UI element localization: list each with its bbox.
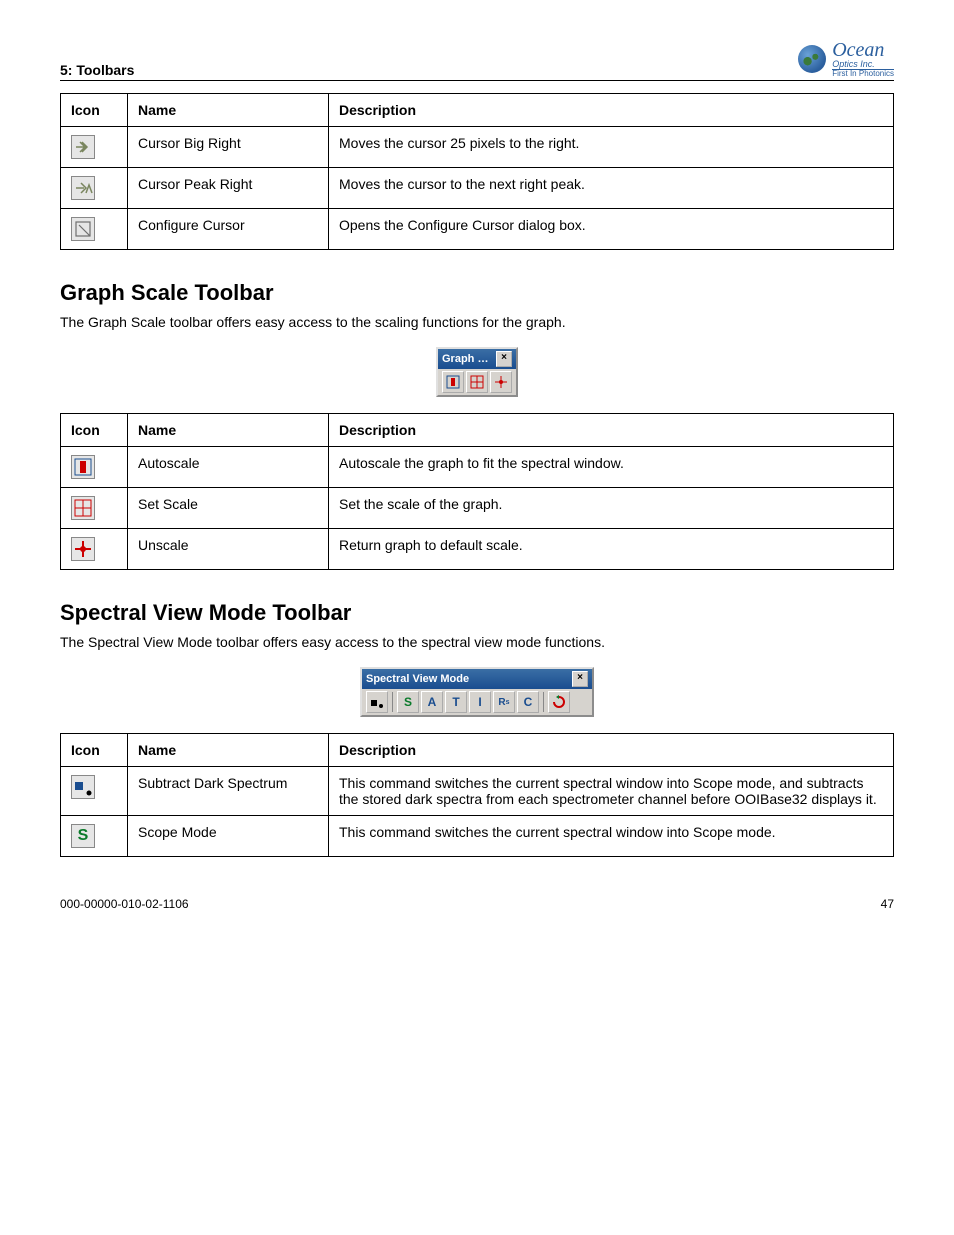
cursor-table: Icon Name Description Cursor Big Right M…	[60, 93, 894, 250]
page-footer: 000-00000-010-02-1106 47	[60, 897, 894, 911]
t-mode-button[interactable]: T	[445, 691, 467, 713]
row-desc: Moves the cursor 25 pixels to the right.	[329, 127, 894, 168]
a-mode-button[interactable]: A	[421, 691, 443, 713]
th-desc: Description	[329, 734, 894, 767]
table-row: Unscale Return graph to default scale.	[61, 529, 894, 570]
i-mode-button[interactable]: I	[469, 691, 491, 713]
table-row: Cursor Big Right Moves the cursor 25 pix…	[61, 127, 894, 168]
spectral-view-table: Icon Name Description Subtract Dark Spec…	[60, 733, 894, 857]
running-head: 5: Toolbars	[60, 62, 134, 78]
toolbar-title: Graph …	[442, 353, 488, 365]
row-name: Autoscale	[128, 447, 329, 488]
globe-icon	[798, 45, 826, 73]
spectral-view-toolbar: Spectral View Mode × S A T I Rs C	[360, 667, 594, 717]
row-desc: Set the scale of the graph.	[329, 488, 894, 529]
s-mode-button[interactable]: S	[397, 691, 419, 713]
row-name: Cursor Peak Right	[128, 168, 329, 209]
section-title-graph-scale: Graph Scale Toolbar	[60, 280, 894, 306]
c-mode-button[interactable]: C	[517, 691, 539, 713]
row-desc: Opens the Configure Cursor dialog box.	[329, 209, 894, 250]
refresh-button[interactable]	[548, 691, 570, 713]
section-desc: The Graph Scale toolbar offers easy acce…	[60, 312, 894, 333]
th-name: Name	[128, 94, 329, 127]
autoscale-icon	[71, 455, 95, 479]
page-number: 47	[881, 897, 894, 911]
table-row: Subtract Dark Spectrum This command swit…	[61, 767, 894, 816]
table-row: Configure Cursor Opens the Configure Cur…	[61, 209, 894, 250]
row-name: Unscale	[128, 529, 329, 570]
set-scale-button[interactable]	[466, 371, 488, 393]
th-icon: Icon	[61, 734, 128, 767]
graph-scale-table: Icon Name Description Autoscale Autoscal…	[60, 413, 894, 570]
table-row: S Scope Mode This command switches the c…	[61, 816, 894, 857]
set-scale-icon	[71, 496, 95, 520]
table-row: Set Scale Set the scale of the graph.	[61, 488, 894, 529]
cursor-big-right-icon	[71, 135, 95, 159]
th-name: Name	[128, 734, 329, 767]
th-desc: Description	[329, 414, 894, 447]
r-mode-button[interactable]: Rs	[493, 691, 515, 713]
row-desc: Moves the cursor to the next right peak.	[329, 168, 894, 209]
th-icon: Icon	[61, 94, 128, 127]
row-name: Scope Mode	[128, 816, 329, 857]
row-desc: Return graph to default scale.	[329, 529, 894, 570]
row-name: Cursor Big Right	[128, 127, 329, 168]
row-name: Set Scale	[128, 488, 329, 529]
row-name: Configure Cursor	[128, 209, 329, 250]
th-icon: Icon	[61, 414, 128, 447]
th-name: Name	[128, 414, 329, 447]
table-row: Autoscale Autoscale the graph to fit the…	[61, 447, 894, 488]
table-row: Cursor Peak Right Moves the cursor to th…	[61, 168, 894, 209]
scope-mode-icon: S	[71, 824, 95, 848]
configure-cursor-icon	[71, 217, 95, 241]
page-header: 5: Toolbars Ocean Optics Inc. First In P…	[60, 40, 894, 81]
subtract-dark-button[interactable]	[366, 691, 388, 713]
section-desc: The Spectral View Mode toolbar offers ea…	[60, 632, 894, 653]
graph-scale-toolbar: Graph … ×	[436, 347, 518, 397]
toolbar-title: Spectral View Mode	[366, 673, 469, 685]
cursor-peak-right-icon	[71, 176, 95, 200]
close-icon[interactable]: ×	[496, 351, 512, 367]
th-desc: Description	[329, 94, 894, 127]
logo: Ocean Optics Inc. First In Photonics	[798, 40, 894, 78]
row-desc: This command switches the current spectr…	[329, 767, 894, 816]
row-name: Subtract Dark Spectrum	[128, 767, 329, 816]
autoscale-button[interactable]	[442, 371, 464, 393]
close-icon[interactable]: ×	[572, 671, 588, 687]
row-desc: This command switches the current spectr…	[329, 816, 894, 857]
section-title-spectral-view: Spectral View Mode Toolbar	[60, 600, 894, 626]
doc-id: 000-00000-010-02-1106	[60, 897, 189, 911]
unscale-icon	[71, 537, 95, 561]
subtract-dark-icon	[71, 775, 95, 799]
unscale-button[interactable]	[490, 371, 512, 393]
row-desc: Autoscale the graph to fit the spectral …	[329, 447, 894, 488]
